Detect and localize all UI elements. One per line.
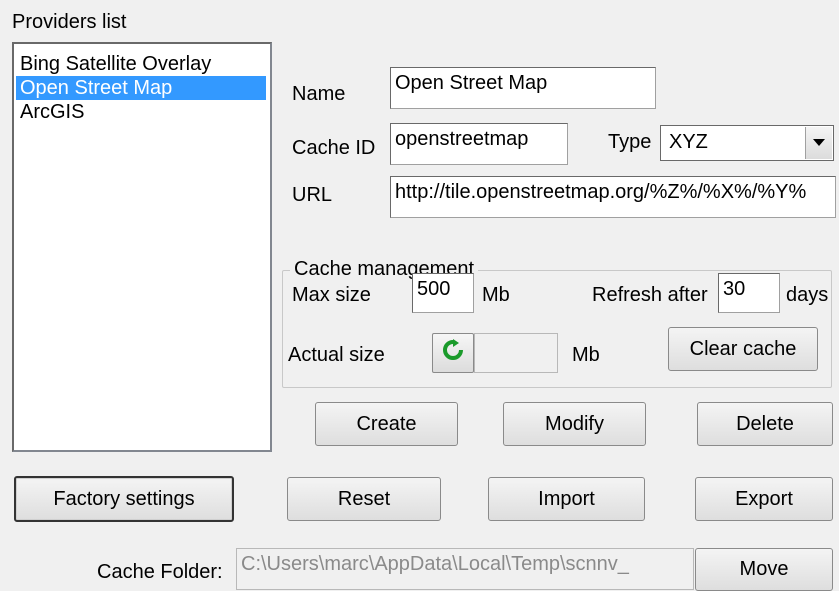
delete-button[interactable]: Delete bbox=[697, 402, 833, 446]
clear-cache-button[interactable]: Clear cache bbox=[668, 327, 818, 371]
max-size-unit: Mb bbox=[482, 284, 510, 306]
actual-size-field bbox=[474, 333, 558, 373]
create-button[interactable]: Create bbox=[315, 402, 458, 446]
max-size-field[interactable]: 500 bbox=[412, 273, 474, 313]
refresh-after-field[interactable]: 30 bbox=[718, 273, 780, 313]
cache-folder-field: C:\Users\marc\AppData\Local\Temp\scnnv_ bbox=[236, 548, 694, 590]
provider-item-bing[interactable]: Bing Satellite Overlay bbox=[16, 52, 266, 76]
type-select-value: XYZ bbox=[669, 131, 708, 153]
cache-id-field[interactable]: openstreetmap bbox=[390, 123, 568, 165]
url-label: URL bbox=[292, 184, 333, 206]
import-button[interactable]: Import bbox=[488, 477, 645, 521]
type-label: Type bbox=[608, 131, 652, 153]
name-label: Name bbox=[292, 83, 346, 105]
modify-button[interactable]: Modify bbox=[503, 402, 646, 446]
factory-settings-button[interactable]: Factory settings bbox=[14, 476, 234, 522]
provider-item-arcgis[interactable]: ArcGIS bbox=[16, 100, 266, 124]
max-size-label: Max size bbox=[292, 284, 371, 306]
type-select[interactable]: XYZ bbox=[660, 125, 834, 161]
cache-folder-label: Cache Folder: bbox=[97, 561, 223, 583]
actual-size-unit: Mb bbox=[572, 344, 600, 366]
providers-listbox[interactable]: Bing Satellite Overlay Open Street Map A… bbox=[12, 42, 272, 452]
export-button[interactable]: Export bbox=[695, 477, 833, 521]
refresh-icon bbox=[442, 339, 464, 367]
actual-size-label: Actual size bbox=[288, 344, 385, 366]
providers-list-label: Providers list bbox=[12, 11, 127, 33]
provider-item-osm[interactable]: Open Street Map bbox=[16, 76, 266, 100]
move-button[interactable]: Move bbox=[695, 548, 833, 591]
url-field[interactable]: http://tile.openstreetmap.org/%Z%/%X%/%Y… bbox=[390, 176, 836, 218]
refresh-after-unit: days bbox=[786, 284, 829, 306]
cache-id-label: Cache ID bbox=[292, 137, 376, 159]
refresh-size-button[interactable] bbox=[432, 333, 474, 373]
chevron-down-icon[interactable] bbox=[805, 127, 832, 159]
refresh-after-label: Refresh after bbox=[592, 284, 708, 306]
reset-button[interactable]: Reset bbox=[287, 477, 441, 521]
name-field[interactable]: Open Street Map bbox=[390, 67, 656, 109]
